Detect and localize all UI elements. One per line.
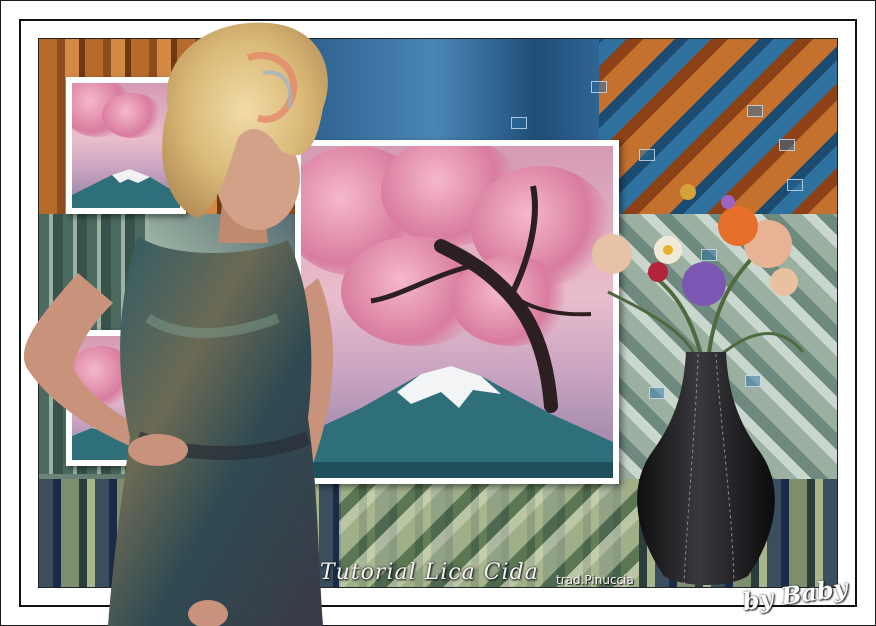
deco-square	[511, 117, 527, 129]
rose-flower	[592, 234, 632, 274]
deco-square	[747, 105, 763, 117]
rose-flower	[770, 268, 798, 296]
daisy-center	[663, 245, 673, 255]
lily-flower	[718, 206, 758, 246]
deco-square	[779, 139, 795, 151]
woman-figure	[23, 22, 334, 626]
bouquet-vase	[592, 184, 805, 585]
bud-flower	[721, 195, 735, 209]
caption-translator: trad.Pinuccia	[556, 573, 634, 587]
red-flower	[648, 262, 668, 282]
bud-flower	[680, 184, 696, 200]
caption-title: Tutorial Lica Cida	[320, 560, 539, 585]
deco-square	[639, 149, 655, 161]
deco-square	[591, 81, 607, 93]
hydrangea-flower	[682, 262, 726, 306]
